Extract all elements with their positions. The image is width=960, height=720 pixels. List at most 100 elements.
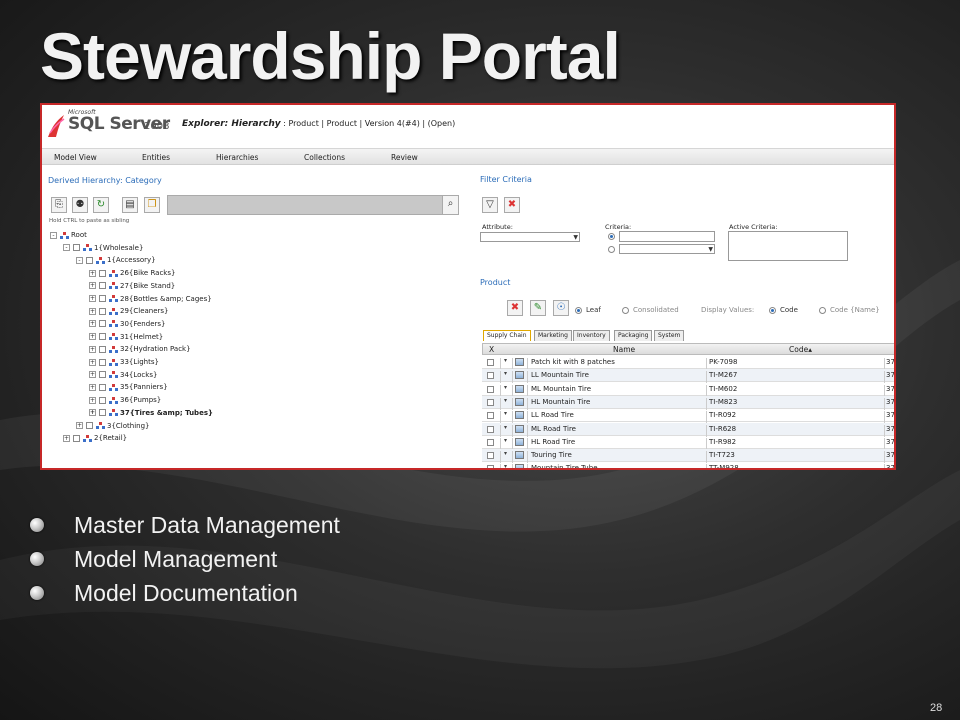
expand-node-icon[interactable]: + [89, 307, 96, 315]
attribute-select[interactable]: ▼ [480, 232, 580, 242]
menu-hierarchies[interactable]: Hierarchies [216, 153, 258, 162]
expand-node-icon[interactable]: + [89, 383, 96, 391]
tree-node-checkbox[interactable] [99, 320, 106, 328]
row-edit-icon[interactable] [515, 464, 524, 468]
tree-node-checkbox[interactable] [99, 345, 106, 353]
tree-node[interactable]: - 1{Accessory} [76, 254, 156, 266]
expand-node-icon[interactable]: + [89, 409, 96, 417]
tree-node-checkbox[interactable] [99, 307, 106, 315]
expand-node-icon[interactable]: + [89, 333, 96, 341]
col-code[interactable]: Code▴ [789, 345, 812, 354]
table-row[interactable]: ▾ ML Road Tire TI-R628 37 [482, 422, 894, 437]
menu-model-view[interactable]: Model View [54, 153, 97, 162]
row-checkbox[interactable] [487, 372, 494, 380]
menu-entities[interactable]: Entities [142, 153, 170, 162]
tree-node[interactable]: +31{Helmet} [89, 331, 163, 343]
col-name[interactable]: Name [613, 345, 635, 354]
table-row[interactable]: ▾ LL Mountain Tire TI-M267 37 [482, 369, 894, 384]
row-checkbox[interactable] [487, 438, 494, 446]
tree-node[interactable]: +35{Panniers} [89, 381, 168, 393]
row-edit-icon[interactable] [515, 411, 524, 420]
row-edit-icon[interactable] [515, 451, 524, 460]
row-menu-icon[interactable]: ▾ [504, 424, 507, 431]
expand-node-icon[interactable]: + [89, 320, 96, 328]
tree-node[interactable]: +29{Cleaners} [89, 305, 169, 317]
row-menu-icon[interactable]: ▾ [504, 397, 507, 404]
criteria-value-input[interactable] [619, 231, 715, 242]
tab-packaging[interactable]: Packaging [614, 330, 653, 341]
tree-node[interactable]: +26{Bike Racks} [89, 267, 175, 279]
tab-inventory[interactable]: Inventory [573, 330, 610, 341]
expand-node-icon[interactable]: + [63, 434, 70, 442]
row-edit-icon[interactable] [515, 424, 524, 433]
row-edit-icon[interactable] [515, 437, 524, 446]
clear-filter-icon[interactable]: ✖ [504, 197, 520, 213]
tree-node[interactable]: +2{Retail} [63, 432, 127, 444]
tree-node[interactable]: - Root [50, 229, 87, 241]
tree-node[interactable]: +3{Clothing} [76, 420, 149, 432]
tree-node-checkbox[interactable] [86, 256, 93, 264]
find-icon[interactable]: ⚉ [72, 197, 88, 213]
expand-node-icon[interactable]: + [76, 422, 83, 429]
tree-node[interactable]: - 1{Wholesale} [63, 242, 143, 254]
tree-node-checkbox[interactable] [99, 295, 106, 302]
expand-node-icon[interactable]: + [89, 269, 96, 277]
table-row[interactable]: ▾ Patch kit with 8 patches PK-7098 37 [482, 356, 894, 370]
active-criteria-box[interactable] [728, 231, 848, 261]
tree-node-checkbox[interactable] [99, 396, 106, 404]
tree-node[interactable]: +30{Fenders} [89, 318, 165, 330]
row-menu-icon[interactable]: ▾ [504, 384, 507, 391]
row-edit-icon[interactable] [515, 371, 524, 380]
tree-node-checkbox[interactable] [99, 358, 106, 366]
col-x[interactable]: X [489, 345, 494, 354]
expand-node-icon[interactable]: + [89, 396, 96, 404]
row-checkbox[interactable] [487, 412, 494, 420]
tab-marketing[interactable]: Marketing [534, 330, 572, 341]
tree-node-checkbox[interactable] [99, 282, 106, 290]
row-edit-icon[interactable] [515, 358, 524, 366]
criteria-attribute-select[interactable]: ▼ [619, 244, 715, 254]
tree-node-checkbox[interactable] [99, 333, 106, 341]
table-row[interactable]: ▾ LL Road Tire TI-R092 37 [482, 409, 894, 424]
row-menu-icon[interactable]: ▾ [504, 463, 507, 468]
collapse-node-icon[interactable]: - [50, 231, 57, 239]
row-menu-icon[interactable]: ▾ [504, 357, 507, 364]
expand-node-icon[interactable]: + [89, 282, 96, 290]
export-icon[interactable]: ❐ [144, 197, 160, 213]
tree-node-checkbox[interactable] [73, 244, 80, 252]
tab-system[interactable]: System [654, 330, 685, 341]
row-checkbox[interactable] [487, 385, 494, 393]
tree-node-checkbox[interactable] [86, 422, 93, 429]
expand-node-icon[interactable]: + [89, 295, 96, 302]
edit-icon[interactable]: ✎ [530, 300, 546, 316]
collapse-node-icon[interactable]: - [76, 256, 83, 264]
collapse-node-icon[interactable]: - [63, 244, 70, 252]
paste-icon[interactable]: ⎘ [51, 197, 67, 213]
tree-node-checkbox[interactable] [99, 409, 106, 417]
row-checkbox[interactable] [487, 465, 494, 468]
expand-node-icon[interactable]: + [89, 371, 96, 379]
criteria-radio-value[interactable] [608, 233, 615, 240]
expand-node-icon[interactable]: + [89, 358, 96, 366]
row-checkbox[interactable] [487, 359, 494, 366]
row-checkbox[interactable] [487, 452, 494, 460]
criteria-radio-attribute[interactable] [608, 246, 615, 253]
menu-review[interactable]: Review [391, 153, 418, 162]
tab-supply-chain[interactable]: Supply Chain [483, 330, 531, 341]
consolidated-radio[interactable] [622, 307, 629, 314]
tree-node-checkbox[interactable] [99, 383, 106, 391]
filter-icon[interactable]: ▽ [482, 197, 498, 213]
code-radio[interactable] [769, 307, 776, 314]
search-input[interactable] [167, 195, 459, 215]
code-name-radio[interactable] [819, 307, 826, 314]
row-menu-icon[interactable]: ▾ [504, 450, 507, 457]
table-row[interactable]: ▾ HL Mountain Tire TI-M823 37 [482, 395, 894, 410]
row-edit-icon[interactable] [515, 384, 524, 393]
menu-collections[interactable]: Collections [304, 153, 345, 162]
table-row[interactable]: ▾ Touring Tire TI-T723 37 [482, 449, 894, 464]
row-checkbox[interactable] [487, 425, 494, 433]
table-row[interactable]: ▾ ML Mountain Tire TI-M602 37 [482, 383, 894, 397]
tree-node[interactable]: +37{Tires &amp; Tubes} [89, 407, 213, 419]
collapse-icon[interactable]: ▤ [122, 197, 138, 213]
view-icon[interactable]: ☉ [553, 300, 569, 316]
